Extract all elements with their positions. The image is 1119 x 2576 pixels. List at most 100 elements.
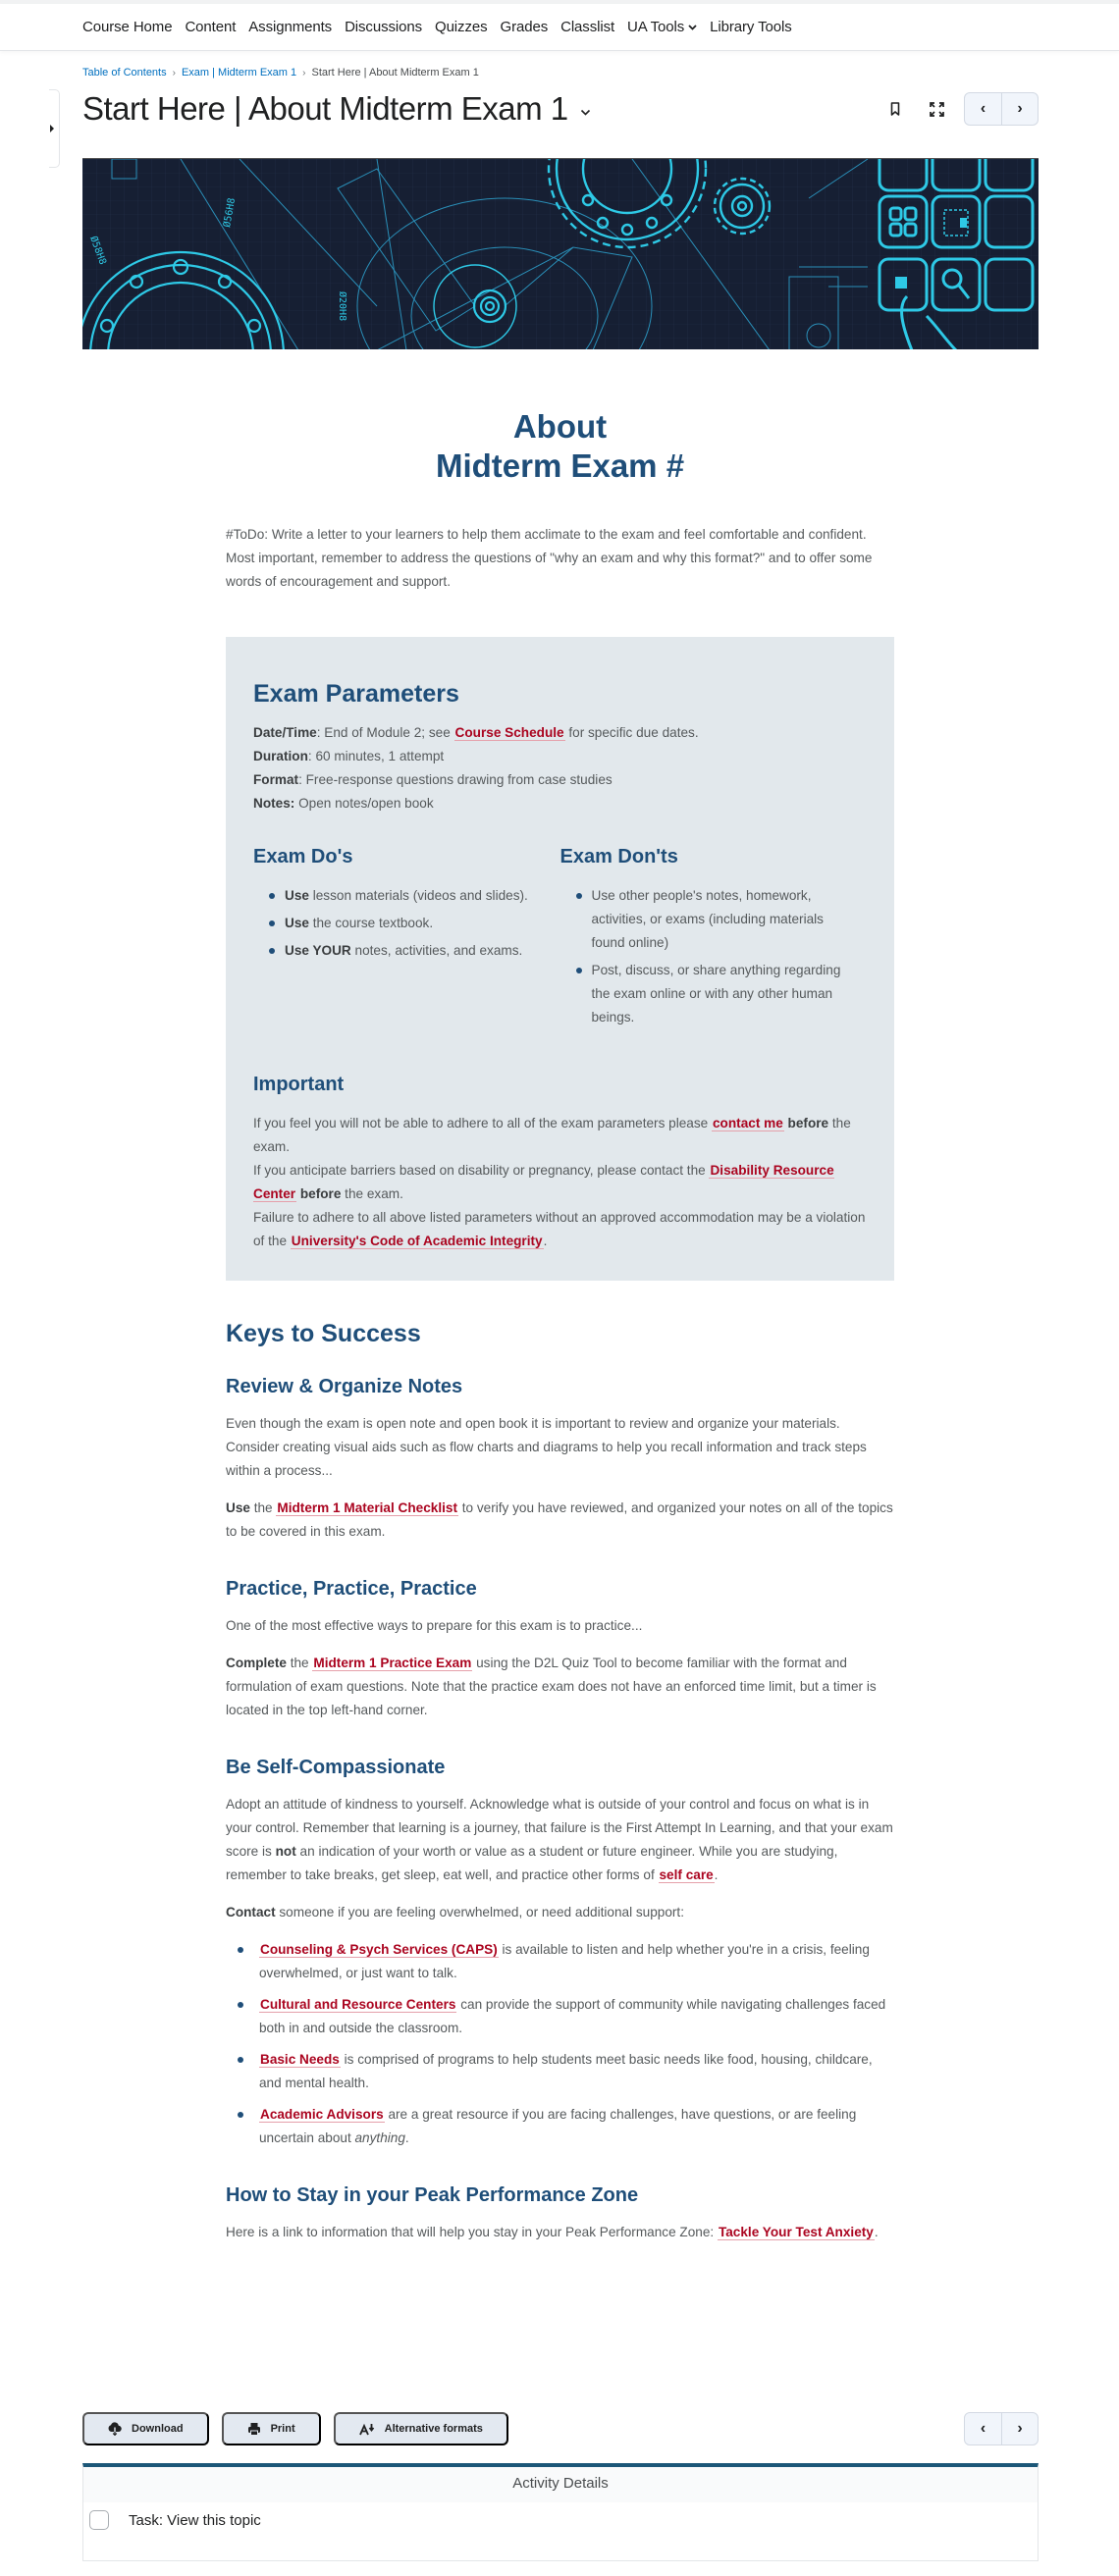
intro-paragraph: #ToDo: Write a letter to your learners t… xyxy=(226,527,873,589)
review-heading: Review & Organize Notes xyxy=(226,1376,463,1397)
hero-title: About Midterm Exam # xyxy=(226,407,894,486)
important-line-integrity: Failure to adhere to all above listed pa… xyxy=(253,1206,867,1253)
topic-pager: ‹ › xyxy=(964,92,1039,126)
text: the xyxy=(286,1656,313,1670)
exam-parameters-heading: Exam Parameters xyxy=(253,680,459,708)
important-line-drc: If you anticipate barriers based on disa… xyxy=(253,1159,867,1206)
dos-donts-columns: Exam Do's Use lesson materials (videos a… xyxy=(253,843,867,1033)
exam-parameters-panel: Exam Parameters Date/Time: End of Module… xyxy=(226,637,894,1281)
exam-parameters-list: Date/Time: End of Module 2; see Course S… xyxy=(253,721,867,815)
exam-dos: Exam Do's Use lesson materials (videos a… xyxy=(253,843,560,1033)
contact-me-link[interactable]: contact me xyxy=(712,1116,784,1131)
nav-grades[interactable]: Grades xyxy=(501,19,549,35)
printer-icon xyxy=(247,2422,261,2436)
alternative-formats-button[interactable]: Alternative formats xyxy=(333,2412,508,2445)
nav-library-tools[interactable]: Library Tools xyxy=(710,19,792,35)
cloud-download-icon xyxy=(108,2422,122,2436)
list-item-bold: Use xyxy=(285,888,309,903)
material-checklist-link[interactable]: Midterm 1 Material Checklist xyxy=(276,1500,458,1516)
academic-advisors-link[interactable]: Academic Advisors xyxy=(259,2107,385,2123)
academic-integrity-link[interactable]: University's Code of Academic Integrity xyxy=(290,1234,544,1249)
nav-classlist[interactable]: Classlist xyxy=(560,19,614,35)
param-notes: Notes: Open notes/open book xyxy=(253,792,867,815)
nav-discussions[interactable]: Discussions xyxy=(345,19,422,35)
practice-complete-paragraph: Complete the Midterm 1 Practice Exam usi… xyxy=(226,1652,894,1722)
list-item-text: notes, activities, and exams. xyxy=(350,943,523,958)
next-topic-button[interactable]: › xyxy=(1001,2413,1038,2445)
next-topic-button[interactable]: › xyxy=(1001,93,1038,125)
banner-image: Ø58H8 Ø56H8 Ø20H8 xyxy=(82,158,1039,349)
topic-content: About Midterm Exam # #ToDo: Write a lett… xyxy=(226,407,894,2258)
caps-link[interactable]: Counseling & Psych Services (CAPS) xyxy=(259,1942,499,1958)
previous-topic-button[interactable]: ‹ xyxy=(965,2413,1001,2445)
list-item: Basic Needs is comprised of programs to … xyxy=(236,2048,894,2095)
param-label: Format xyxy=(253,772,299,787)
page-title: Start Here | About Midterm Exam 1 xyxy=(82,90,568,127)
text: an indication of your worth or value as … xyxy=(226,1844,838,1882)
list-item: Cultural and Resource Centers can provid… xyxy=(236,1993,894,2040)
download-label: Download xyxy=(132,2423,184,2435)
param-duration: Duration: 60 minutes, 1 attempt xyxy=(253,745,867,768)
peak-performance-paragraph: Here is a link to information that will … xyxy=(226,2221,894,2244)
peak-performance-heading: How to Stay in your Peak Performance Zon… xyxy=(226,2184,639,2206)
bottom-toolbar: Download Print Alternative formats ‹ › xyxy=(82,2412,1039,2445)
breadcrumb-table-of-contents[interactable]: Table of Contents xyxy=(82,67,167,79)
list-item: Academic Advisors are a great resource i… xyxy=(236,2103,894,2150)
list-item: Post, discuss, or share anything regardi… xyxy=(574,959,844,1029)
practice-exam-link[interactable]: Midterm 1 Practice Exam xyxy=(312,1656,473,1671)
self-care-link[interactable]: self care xyxy=(658,1867,715,1883)
text: . xyxy=(404,2130,409,2145)
text: If you feel you will not be able to adhe… xyxy=(253,1116,712,1130)
activity-task-row: Task: View this topic xyxy=(83,2502,1038,2530)
text-bold: before xyxy=(787,1116,829,1130)
exam-donts-list: Use other people's notes, homework, acti… xyxy=(560,884,844,1029)
download-button[interactable]: Download xyxy=(82,2412,209,2445)
test-anxiety-link[interactable]: Tackle Your Test Anxiety xyxy=(717,2225,875,2240)
nav-assignments[interactable]: Assignments xyxy=(248,19,332,35)
param-format: Format: Free-response questions drawing … xyxy=(253,768,867,792)
title-dropdown-chevron-icon[interactable] xyxy=(580,103,591,119)
list-item-text: lesson materials (videos and slides). xyxy=(308,888,528,903)
keys-heading: Keys to Success xyxy=(226,1320,421,1347)
list-item-bold: Use xyxy=(285,916,309,930)
print-button[interactable]: Print xyxy=(221,2412,321,2445)
course-schedule-link[interactable]: Course Schedule xyxy=(453,725,565,741)
breadcrumb-separator: › xyxy=(302,67,306,79)
exam-donts-heading: Exam Don'ts xyxy=(560,846,678,867)
param-value: Open notes/open book xyxy=(294,796,434,811)
self-compassion-heading: Be Self-Compassionate xyxy=(226,1757,446,1778)
nav-course-home[interactable]: Course Home xyxy=(82,19,173,35)
text-italic: anything xyxy=(354,2130,405,2145)
hero-title-line-2: Midterm Exam # xyxy=(435,447,685,484)
param-value: for specific due dates. xyxy=(564,725,699,740)
param-value: : Free-response questions drawing from c… xyxy=(298,772,613,787)
cultural-resource-centers-link[interactable]: Cultural and Resource Centers xyxy=(259,1997,457,2013)
nav-quizzes[interactable]: Quizzes xyxy=(435,19,488,35)
basic-needs-link[interactable]: Basic Needs xyxy=(259,2052,341,2068)
text: If you anticipate barriers based on disa… xyxy=(253,1163,710,1178)
title-actions: ‹ › xyxy=(881,92,1039,126)
text: the exam. xyxy=(341,1186,403,1201)
task-label: Task: View this topic xyxy=(129,2511,261,2529)
expand-icon[interactable] xyxy=(923,95,950,123)
sidebar-toggle[interactable] xyxy=(49,89,60,168)
chevron-down-icon xyxy=(688,23,697,33)
param-label: Date/Time xyxy=(253,725,317,740)
list-item: Counseling & Psych Services (CAPS) is av… xyxy=(236,1938,894,1985)
keys-to-success: Keys to Success Review & Organize Notes … xyxy=(226,1318,894,2244)
list-item: Use YOUR notes, activities, and exams. xyxy=(267,939,537,963)
text: . xyxy=(543,1234,548,1248)
title-row: Start Here | About Midterm Exam 1 ‹ › xyxy=(82,86,1039,131)
previous-topic-button[interactable]: ‹ xyxy=(965,93,1001,125)
important-section: Important If you feel you will not be ab… xyxy=(253,1071,867,1253)
course-navbar: Course Home Content Assignments Discussi… xyxy=(0,4,1119,51)
nav-ua-tools[interactable]: UA Tools xyxy=(627,19,697,35)
banner-label: Ø20H8 xyxy=(337,291,348,321)
breadcrumb-exam-module[interactable]: Exam | Midterm Exam 1 xyxy=(182,67,296,79)
text-bold: Contact xyxy=(226,1905,276,1919)
bookmark-icon[interactable] xyxy=(881,95,909,123)
nav-ua-tools-label: UA Tools xyxy=(627,19,685,35)
activity-details-heading: Activity Details xyxy=(83,2467,1038,2502)
nav-content[interactable]: Content xyxy=(185,19,236,35)
task-checkbox[interactable] xyxy=(89,2510,109,2530)
